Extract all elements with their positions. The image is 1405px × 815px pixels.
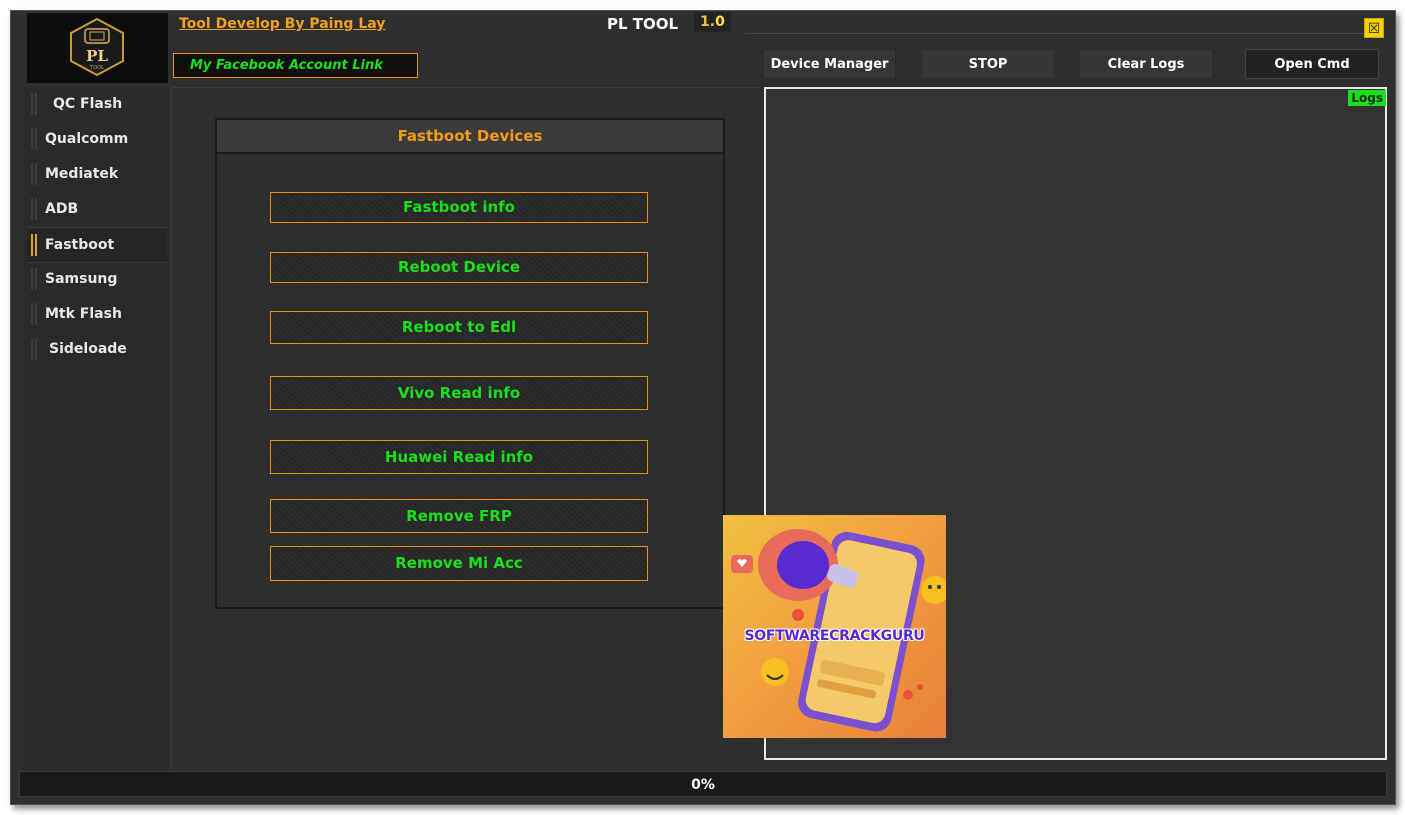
- sidebar-item-label: Fastboot: [45, 237, 115, 253]
- sidebar-item-qc-flash[interactable]: QC Flash: [27, 87, 167, 121]
- double-bar-icon: [31, 163, 37, 185]
- promo-overlay-image: SOFTWARECRACKGURU: [723, 515, 946, 738]
- fastboot-group-title: Fastboot Devices: [217, 120, 723, 154]
- double-bar-icon: [31, 338, 37, 360]
- remove-mi-acc-button[interactable]: Remove Mi Acc: [270, 546, 648, 581]
- progress-bar: 0%: [19, 771, 1387, 797]
- progress-text: 0%: [691, 777, 715, 793]
- app-title: PL TOOL: [607, 15, 679, 33]
- fastboot-info-button[interactable]: Fastboot info: [270, 192, 648, 223]
- sidebar-item-label: Qualcomm: [45, 131, 129, 147]
- open-cmd-button[interactable]: Open Cmd: [1245, 49, 1379, 79]
- device-manager-button[interactable]: Device Manager: [763, 49, 896, 79]
- close-button[interactable]: ☒: [1364, 18, 1384, 38]
- sidebar-item-sideloade[interactable]: Sideloade: [27, 332, 167, 366]
- sidebar-item-mtk-flash[interactable]: Mtk Flash: [27, 297, 167, 331]
- header-divider: [745, 33, 1379, 34]
- svg-text:TOOL: TOOL: [89, 65, 104, 71]
- double-bar-icon: [31, 268, 37, 290]
- pl-tool-logo: PL TOOL: [70, 17, 124, 77]
- double-bar-icon: [31, 93, 37, 115]
- app-version: 1.0: [694, 12, 731, 32]
- facebook-link-button[interactable]: My Facebook Account Link: [173, 53, 418, 78]
- promo-watermark-text: SOFTWARECRACKGURU: [744, 628, 925, 644]
- version-minor: 0: [715, 14, 725, 30]
- huawei-read-info-button[interactable]: Huawei Read info: [270, 440, 648, 474]
- reboot-device-button[interactable]: Reboot Device: [270, 252, 648, 283]
- app-window: PL TOOL Tool Develop By Paing Lay PL TOO…: [10, 10, 1396, 805]
- sidebar-item-samsung[interactable]: Samsung: [27, 262, 167, 296]
- clear-logs-button[interactable]: Clear Logs: [1079, 49, 1213, 79]
- sidebar-item-qualcomm[interactable]: Qualcomm: [27, 122, 167, 156]
- remove-frp-button[interactable]: Remove FRP: [270, 499, 648, 533]
- svg-text:PL: PL: [86, 47, 108, 65]
- double-bar-icon: [31, 198, 37, 220]
- sidebar-item-label: Mtk Flash: [45, 306, 122, 322]
- version-major: 1.: [700, 14, 716, 30]
- double-bar-icon: [31, 303, 37, 325]
- sidebar-item-label: Samsung: [45, 271, 118, 287]
- double-bar-icon: [31, 234, 37, 256]
- sidebar-item-label: ADB: [45, 201, 79, 217]
- promo-illustration: [731, 529, 946, 732]
- close-icon: ☒: [1367, 21, 1381, 37]
- reboot-to-edl-button[interactable]: Reboot to Edl: [270, 311, 648, 344]
- vivo-read-info-button[interactable]: Vivo Read info: [270, 376, 648, 410]
- sidebar-item-mediatek[interactable]: Mediatek: [27, 157, 167, 191]
- sidebar-item-label: Mediatek: [45, 166, 119, 182]
- sidebar-item-adb[interactable]: ADB: [27, 192, 167, 226]
- sidebar-item-label: QC Flash: [53, 96, 123, 112]
- sidebar-item-label: Sideloade: [49, 341, 127, 357]
- developer-link[interactable]: Tool Develop By Paing Lay: [179, 16, 385, 32]
- logs-label: Logs: [1348, 90, 1386, 106]
- app-logo: PL TOOL: [27, 13, 168, 83]
- double-bar-icon: [31, 128, 37, 150]
- sidebar-item-fastboot[interactable]: Fastboot: [27, 227, 167, 263]
- sidebar: QC Flash Qualcomm Mediatek ADB Fastboot …: [23, 87, 169, 770]
- stop-button[interactable]: STOP: [921, 49, 1055, 79]
